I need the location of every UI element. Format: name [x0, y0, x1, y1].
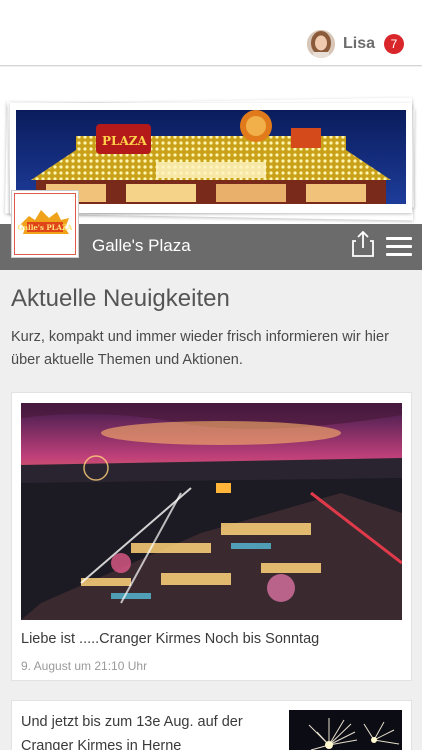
- news-card-date: 9. August um 21:10 Uhr: [21, 659, 148, 673]
- news-card-title[interactable]: Liebe ist .....Cranger Kirmes Noch bis S…: [21, 631, 319, 647]
- page-logo[interactable]: Galle's PLAZA: [11, 190, 79, 258]
- menu-icon[interactable]: [386, 237, 412, 257]
- page-title: Galle's Plaza: [92, 236, 191, 255]
- notification-badge[interactable]: 7: [384, 34, 404, 54]
- avatar[interactable]: [306, 30, 335, 58]
- section-heading: Aktuelle Neuigkeiten: [11, 285, 230, 312]
- news-card[interactable]: Und jetzt bis zum 13e Aug. auf der Crang…: [11, 700, 412, 750]
- news-card-thumbnail[interactable]: [289, 710, 402, 750]
- banner-sign-text: PLAZA: [102, 134, 148, 148]
- user-menu[interactable]: Lisa 7: [306, 29, 404, 59]
- news-card-image[interactable]: [21, 403, 402, 620]
- news-card-title[interactable]: Und jetzt bis zum 13e Aug. auf der Crang…: [21, 710, 261, 750]
- share-icon[interactable]: [352, 230, 374, 257]
- top-bar: Lisa 7: [0, 0, 422, 66]
- user-name[interactable]: Lisa: [343, 35, 375, 53]
- news-card[interactable]: Liebe ist .....Cranger Kirmes Noch bis S…: [11, 392, 412, 681]
- section-intro: Kurz, kompakt und immer wieder frisch in…: [11, 329, 389, 368]
- page-logo-text: Galle's PLAZA: [18, 223, 73, 232]
